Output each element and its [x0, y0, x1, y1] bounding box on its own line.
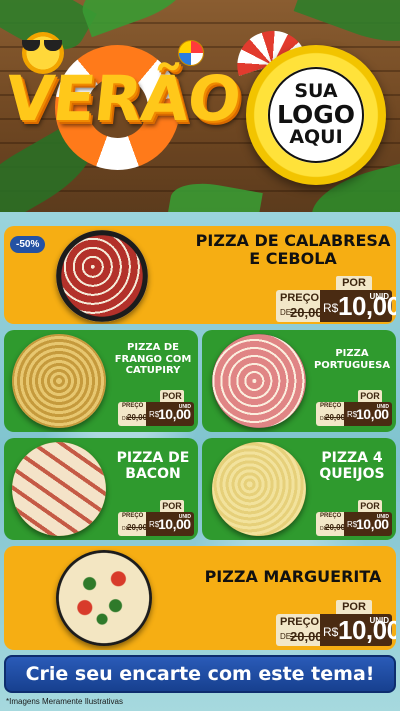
old-price: 20,00: [325, 523, 346, 532]
header-banner: VERÃO SUA LOGO AQUI: [0, 0, 400, 220]
preco-label: PREÇO: [280, 292, 320, 304]
pizza-image: [212, 442, 306, 536]
unit-label: UNID: [178, 404, 191, 410]
old-price: 20,00: [290, 629, 323, 644]
price-tag: POR PREÇO DE 20,00 R$ 10,00 UNID: [276, 600, 396, 646]
price-tag: POR PREÇO DE 20,00 R$ 10,00 UNID: [118, 390, 194, 426]
product-name: PIZZA 4 QUEIJOS: [310, 450, 394, 482]
old-price: 20,00: [325, 413, 346, 422]
price-tag: POR PREÇO DE 20,00 R$ 10,00 UNID: [276, 276, 396, 322]
unit-label: UNID: [369, 292, 389, 301]
new-price-box: R$ 10,00 UNID: [146, 512, 194, 536]
logo-inner: SUA LOGO AQUI: [268, 67, 364, 163]
product-name-line: PIZZA DE: [127, 342, 179, 353]
preco-label: PREÇO: [280, 616, 320, 628]
por-label: POR: [336, 276, 372, 290]
por-label: POR: [358, 390, 382, 402]
new-price-box: R$ 10,00 UNID: [320, 614, 396, 646]
old-price-box: PREÇO DE 20,00: [276, 290, 323, 322]
product-name-line: PIZZA 4: [321, 450, 383, 466]
disclaimer-text: *Imagens Meramente Ilustrativas: [6, 697, 123, 706]
product-name-line: PIZZA: [335, 348, 369, 359]
old-price: 20,00: [290, 305, 323, 320]
create-flyer-button[interactable]: Crie seu encarte com este tema!: [4, 655, 396, 693]
currency: R$: [323, 625, 339, 639]
product-card-frango[interactable]: PIZZA DE FRANGO COM CATUPIRY POR PREÇO D…: [4, 330, 198, 432]
old-price-box: PREÇO DE 20,00: [316, 512, 346, 536]
product-name: PIZZA DE FRANGO COM CATUPIRY: [110, 342, 196, 377]
flyer-page: VERÃO SUA LOGO AQUI -50% PIZZA DE CALABR…: [0, 0, 400, 711]
unit-label: UNID: [178, 514, 191, 520]
preco-label: PREÇO: [122, 513, 144, 519]
new-price-box: R$ 10,00 UNID: [320, 290, 396, 322]
palm-leaf-icon: [74, 0, 196, 38]
new-price-box: R$ 10,00 UNID: [344, 402, 392, 426]
por-label: POR: [336, 600, 372, 614]
pizza-image: [212, 334, 306, 428]
product-name-line: PORTUGUESA: [313, 359, 391, 371]
pizza-image: [56, 230, 148, 322]
product-name: PIZZA MARGUERITA: [194, 567, 392, 586]
logo-placeholder[interactable]: SUA LOGO AQUI: [246, 45, 386, 185]
logo-text-line: AQUI: [289, 126, 343, 149]
sunglasses-icon: [20, 40, 64, 52]
product-card-bacon[interactable]: PIZZA DE BACON POR PREÇO DE 20,00 R$ 10,…: [4, 438, 198, 540]
price-tag: POR PREÇO DE 20,00 R$ 10,00 UNID: [316, 500, 392, 536]
preco-label: PREÇO: [122, 403, 144, 409]
unit-label: UNID: [376, 514, 389, 520]
new-price-box: R$ 10,00 UNID: [146, 402, 194, 426]
logo-text-line: SUA: [294, 79, 338, 102]
old-price-box: PREÇO DE 20,00: [316, 402, 346, 426]
product-card-portuguesa[interactable]: PIZZA PORTUGUESA POR PREÇO DE 20,00 R$ 1…: [202, 330, 396, 432]
unit-label: UNID: [376, 404, 389, 410]
product-name-line: QUEIJOS: [319, 466, 385, 483]
new-price-box: R$ 10,00 UNID: [344, 512, 392, 536]
product-card-marguerita[interactable]: PIZZA MARGUERITA POR PREÇO DE 20,00 R$ 1…: [4, 546, 396, 650]
logo-text-line: LOGO: [276, 99, 356, 129]
old-price-box: PREÇO DE 20,00: [118, 402, 148, 426]
pizza-image: [56, 550, 152, 646]
preco-label: PREÇO: [320, 513, 342, 519]
product-name-line: E CEBOLA: [249, 249, 337, 269]
old-price-box: PREÇO DE 20,00: [118, 512, 148, 536]
old-price-box: PREÇO DE 20,00: [276, 614, 323, 646]
por-label: POR: [160, 390, 184, 402]
product-name-line: PIZZA DE CALABRESA: [195, 231, 391, 250]
pizza-image: [12, 442, 106, 536]
product-card-calabresa[interactable]: -50% PIZZA DE CALABRESA E CEBOLA POR PRE…: [4, 226, 396, 324]
price-tag: POR PREÇO DE 20,00 R$ 10,00 UNID: [316, 390, 392, 426]
preco-label: PREÇO: [320, 403, 342, 409]
currency: R$: [323, 301, 339, 315]
product-name-line: CATUPIRY: [125, 365, 181, 376]
product-name-line: FRANGO COM: [114, 353, 192, 365]
product-name-line: PIZZA MARGUERITA: [204, 567, 382, 586]
product-name: PIZZA DE BACON: [110, 450, 196, 482]
product-name-line: BACON: [125, 466, 181, 483]
product-name: PIZZA DE CALABRESA E CEBOLA: [194, 231, 392, 269]
discount-badge: -50%: [10, 236, 46, 253]
por-label: POR: [358, 500, 382, 512]
summer-title: VERÃO: [2, 62, 244, 135]
old-price: 20,00: [127, 413, 148, 422]
product-name-line: PIZZA DE: [116, 450, 190, 466]
price-tag: POR PREÇO DE 20,00 R$ 10,00 UNID: [118, 500, 194, 536]
por-label: POR: [160, 500, 184, 512]
product-card-4-queijos[interactable]: PIZZA 4 QUEIJOS POR PREÇO DE 20,00 R$ 10…: [202, 438, 396, 540]
old-price: 20,00: [127, 523, 148, 532]
pizza-image: [12, 334, 106, 428]
product-name: PIZZA PORTUGUESA: [310, 348, 394, 371]
unit-label: UNID: [369, 616, 389, 625]
